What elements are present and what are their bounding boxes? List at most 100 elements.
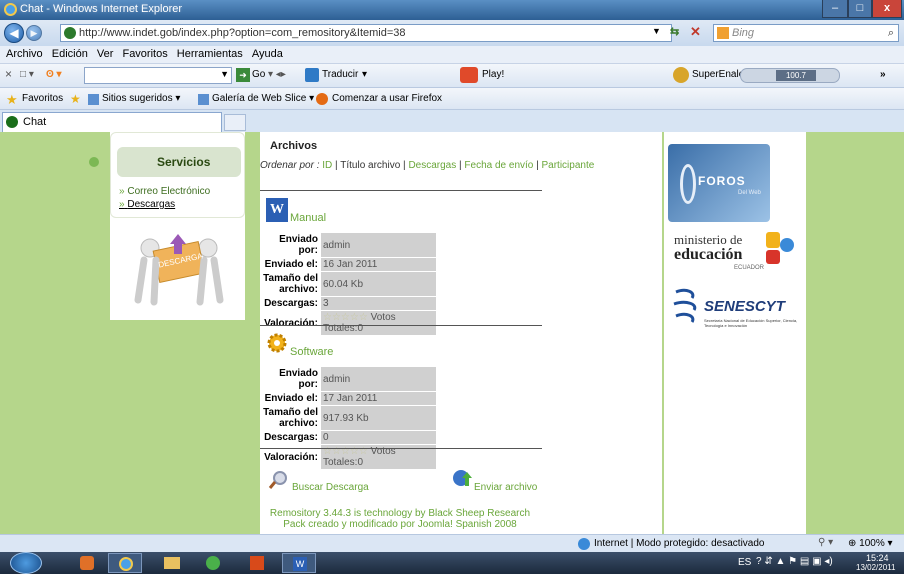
file-software-link[interactable]: Software [290,346,333,358]
minimize-button[interactable]: – [822,0,848,18]
sort-fecha[interactable]: Fecha de envío [464,160,533,171]
senescyt-banner[interactable]: SENESCYT Secretaría Nacional de Educació… [668,280,802,338]
buscar-descarga-link[interactable]: Buscar Descarga [292,482,369,493]
software-gear-icon[interactable] [266,332,288,356]
ministerio-logo-yellow-icon [766,232,780,248]
go-icon[interactable]: ➜ [236,68,250,82]
page-content: Servicios » Correo Electrónico » Descarg… [0,132,904,534]
descargas-value: 3 [320,296,437,311]
valoracion-value: ☆☆☆☆☆ Votos Totales:0 [320,310,437,336]
security-status-icon[interactable]: ⚲ ▾ [818,537,833,548]
suggested-sites-link[interactable]: Sitios sugeridos ▾ [102,93,180,104]
enviado-el-label: Enviado el: [260,391,321,406]
menu-edicion[interactable]: Edición [52,48,88,60]
ministerio-line3: ECUADOR [734,265,765,271]
translate-button[interactable]: Traducir [322,69,358,80]
close-toolbar-icon[interactable]: × [5,67,12,81]
toolbar-arrows-icon[interactable]: ▾ ◂▸ [268,69,286,80]
web-slice-link[interactable]: Galería de Web Slice ▾ [212,93,314,104]
radio-counter: 100.7 [776,70,816,81]
language-indicator[interactable]: ES [738,557,751,568]
stop-icon[interactable]: ✕ [690,24,701,40]
word-taskbar-icon[interactable]: W [282,553,316,573]
menu-herramientas[interactable]: Herramientas [177,48,243,60]
web-slice-icon [198,94,209,105]
address-bar: ◀ ▶ http://www.indet.gob/index.php?optio… [0,20,904,46]
search-download-icon[interactable] [268,470,288,490]
tamano-value: 917.93 Kb [320,405,437,431]
sort-titulo[interactable]: Título archivo [340,160,400,171]
search-icon[interactable]: ⌕ [888,25,894,41]
firefox-icon [316,93,328,105]
divider [260,190,542,191]
toolbar-logo-icon[interactable]: ʘ ▾ [46,69,62,80]
sort-id[interactable]: ID [322,160,332,171]
forward-button[interactable]: ▶ [26,25,42,41]
media-player-taskbar-icon[interactable] [70,553,104,573]
sort-bar: Ordenar por : ID | Título archivo | Desc… [260,160,595,171]
file-manual-link[interactable]: Manual [290,212,326,224]
enviado-por-value: admin [320,366,437,392]
enviado-el-label: Enviado el: [260,257,321,272]
ie-icon [4,3,17,16]
download-illustration: DESCARGA [128,230,228,310]
clock-time[interactable]: 15:24 [866,553,889,563]
add-favorite-icon[interactable]: ★ [70,92,81,106]
menu-favoritos[interactable]: Favoritos [122,48,167,60]
tamano-label: Tamaño del archivo: [260,405,321,431]
start-button[interactable] [10,552,42,574]
toolbar-menu-icon[interactable]: □ ▾ [20,69,34,80]
foros-swirl-icon [680,164,696,204]
site-favicon-icon [64,27,76,39]
favorites-button[interactable]: Favoritos [22,93,63,104]
translate-dropdown-icon[interactable]: ▾ [362,69,367,80]
toolbar-search-dropdown-icon[interactable]: ▼ [220,69,229,79]
senescyt-subtitle: Secretaría Nacional de Educación Superio… [704,318,798,328]
link-descargas[interactable]: » Descargas [119,199,175,210]
tab-favicon-icon [6,116,18,128]
sort-participante[interactable]: Participante [542,160,595,171]
powerpoint-taskbar-icon[interactable] [240,553,274,573]
file-software-details: Enviado por: admin Enviado el: 17 Jan 2011… [260,366,437,470]
sort-descargas[interactable]: Descargas [408,160,456,171]
zoom-control[interactable]: ⊕ 100% ▾ [848,538,893,549]
app-taskbar-icon[interactable] [196,553,230,573]
maximize-button[interactable]: □ [848,0,872,18]
tab-chat[interactable]: Chat [2,112,222,132]
enviado-el-value: 16 Jan 2011 [320,257,437,272]
go-button[interactable]: Go [252,69,265,80]
refresh-icon[interactable]: ⇆ [670,25,679,38]
upload-file-icon[interactable] [452,468,472,488]
toolbar-search-field[interactable]: ▼ [84,67,232,84]
media-player-widget[interactable]: 100.7 [740,68,840,83]
url-field[interactable]: http://www.indet.gob/index.php?option=co… [60,24,672,42]
tray-icons[interactable]: ? ⇵ ▲ ⚑ ▤ ▣ ◂) [756,556,833,567]
firefox-link[interactable]: Comenzar a usar Firefox [332,93,442,104]
file-manual-details: Enviado por: admin Enviado el: 16 Jan 2011… [260,232,437,336]
foros-banner[interactable]: FOROS Del Web [668,144,770,222]
suggested-sites-icon [88,94,99,105]
ministerio-banner[interactable]: ministerio de educación ECUADOR [668,228,802,274]
enviado-por-label: Enviado por: [260,366,321,392]
url-dropdown-icon[interactable]: ▼ [652,26,661,36]
services-module: Servicios » Correo Electrónico » Descarg… [89,132,245,218]
enviado-el-value: 17 Jan 2011 [320,391,437,406]
close-button[interactable]: x [872,0,902,18]
menu-ayuda[interactable]: Ayuda [252,48,283,60]
clock-date[interactable]: 13/02/2011 [856,563,895,572]
toolbar-more-icon[interactable]: » [880,69,886,80]
search-input[interactable]: Bing ⌕ [713,24,899,42]
toolbar: × □ ▾ ʘ ▾ ▼ ➜ Go ▾ ◂▸ Traducir ▾ Play! S… [0,64,904,88]
right-column: FOROS Del Web ministerio de educación EC… [664,132,806,534]
play-icon [460,67,478,83]
link-correo[interactable]: » Correo Electrónico [119,186,210,197]
word-file-icon[interactable]: W [266,198,288,222]
enviar-archivo-link[interactable]: Enviar archivo [474,482,537,493]
explorer-taskbar-icon[interactable] [154,553,188,573]
new-tab-button[interactable] [224,114,246,131]
ie-taskbar-icon[interactable] [108,553,142,573]
back-button[interactable]: ◀ [4,23,24,43]
menu-archivo[interactable]: Archivo [6,48,43,60]
play-button[interactable]: Play! [482,69,504,80]
menu-ver[interactable]: Ver [97,48,114,60]
